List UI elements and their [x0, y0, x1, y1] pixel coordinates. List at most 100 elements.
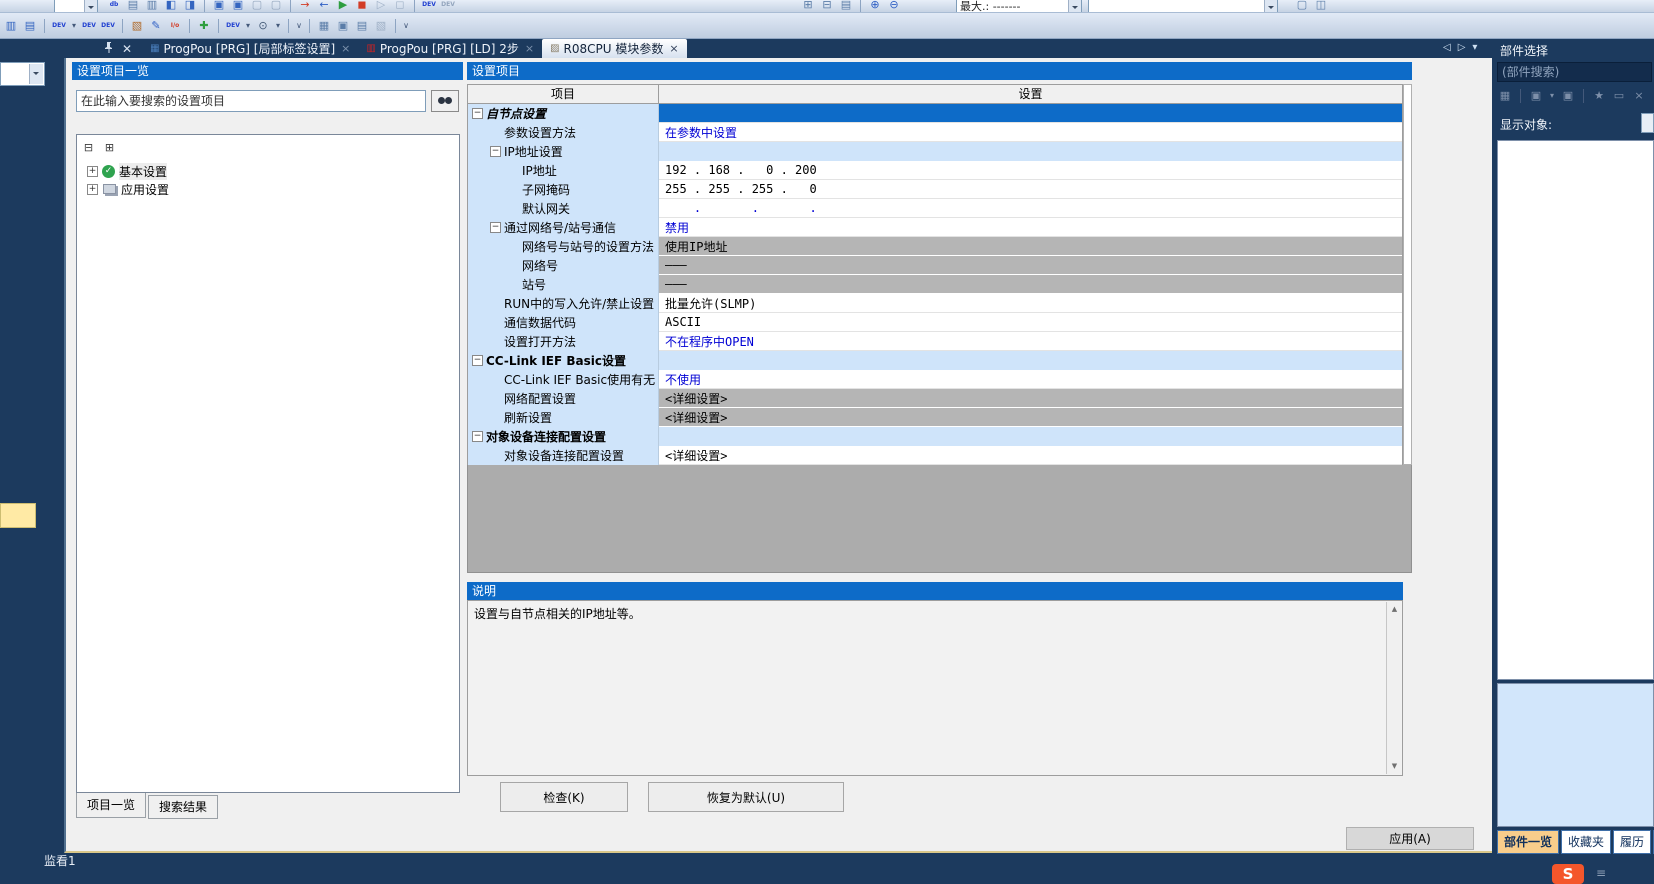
settings-row[interactable]: − 通过网络号/站号通信 禁用: [468, 218, 1402, 237]
search-stop-icon[interactable]: ◼: [354, 0, 370, 13]
watch-drop-icon[interactable]: ▾: [274, 18, 282, 34]
setting-label-cell[interactable]: − 子网掩码: [468, 180, 659, 199]
zoom-max-combo[interactable]: 最大.: -------: [956, 0, 1082, 13]
write-to-plc-drop-icon[interactable]: ▾: [70, 18, 78, 34]
read-from-plc-icon[interactable]: DEV: [81, 18, 97, 34]
device-find-icon[interactable]: ▣: [211, 0, 227, 13]
setting-label-cell[interactable]: − 参数设置方法: [468, 123, 659, 142]
table-scrollbar[interactable]: [1403, 84, 1412, 465]
tab-close-icon[interactable]: ×: [525, 42, 534, 55]
setting-label-cell[interactable]: − 刷新设置: [468, 408, 659, 427]
delete-mode-icon[interactable]: ▣: [1560, 88, 1576, 104]
screen-prev-icon[interactable]: ◧: [163, 0, 179, 13]
toolbar-overflow2-icon[interactable]: ∨: [402, 18, 410, 34]
tab-nav-icon[interactable]: ▾: [1472, 42, 1477, 53]
setting-value-cell[interactable]: ———: [659, 275, 1402, 294]
grid-snap-icon[interactable]: ⊟: [819, 0, 835, 13]
setting-value-cell[interactable]: ASCII: [659, 313, 1402, 332]
setting-label-cell[interactable]: − 对象设备连接配置设置: [468, 446, 659, 465]
expander-icon[interactable]: −: [472, 355, 483, 366]
list-panel-tab[interactable]: 项目一览: [76, 793, 146, 818]
toolbar-icon[interactable]: [414, 0, 415, 12]
setting-label-cell[interactable]: − 默认网关: [468, 199, 659, 218]
toolbar-icon[interactable]: [860, 0, 861, 12]
setting-value-cell[interactable]: ———: [659, 256, 1402, 275]
verify-result-icon[interactable]: ▤: [354, 18, 370, 34]
apply-button[interactable]: 应用(A): [1346, 827, 1474, 850]
setting-value-cell[interactable]: . . .: [659, 199, 1402, 218]
device-find-alt-icon[interactable]: ▣: [230, 0, 246, 13]
cross-reference-icon[interactable]: db: [106, 0, 122, 13]
window-split-icon[interactable]: ◫: [1313, 0, 1329, 13]
tab-nav-icon[interactable]: ◁: [1443, 42, 1451, 53]
restore-default-button[interactable]: 恢复为默认(U): [648, 782, 844, 812]
setting-label-cell[interactable]: − 网络号与站号的设置方法: [468, 237, 659, 256]
io-check-icon[interactable]: I/o: [167, 18, 183, 34]
setting-label-cell[interactable]: − IP地址设置: [468, 142, 659, 161]
combo-drop-icon[interactable]: [1264, 0, 1277, 13]
tab-close-icon[interactable]: ×: [341, 42, 350, 55]
settings-row[interactable]: − 参数设置方法 在参数中设置: [468, 123, 1402, 142]
parameter-setting-icon[interactable]: ▧: [129, 18, 145, 34]
setting-label-cell[interactable]: − 对象设备连接配置设置: [468, 427, 659, 446]
setting-value-cell[interactable]: <详细设置>: [659, 446, 1402, 465]
setting-label-cell[interactable]: − CC-Link IEF Basic设置: [468, 351, 659, 370]
toolbar-combo-small[interactable]: [54, 0, 98, 13]
verify-with-plc-icon[interactable]: DEV: [100, 18, 116, 34]
search-dim-alt-icon[interactable]: ◻: [392, 0, 408, 13]
pou-list-icon[interactable]: ▦: [1497, 88, 1513, 104]
watch-window-label[interactable]: 监看1: [44, 852, 76, 869]
expander-icon[interactable]: −: [490, 146, 501, 157]
tab-close-icon[interactable]: ×: [669, 42, 678, 55]
window-max-icon[interactable]: ▢: [1294, 0, 1310, 13]
list-panel-tab[interactable]: 搜索结果: [148, 795, 218, 819]
collapse-all-icon[interactable]: ⊟: [81, 140, 96, 154]
expander-icon[interactable]: −: [472, 431, 483, 442]
parts-list[interactable]: [1497, 140, 1654, 680]
setting-value-cell[interactable]: <详细设置>: [659, 408, 1402, 427]
settings-row[interactable]: − IP地址 192 . 168 . 0 . 200: [468, 161, 1402, 180]
settings-row[interactable]: − 站号 ———: [468, 275, 1402, 294]
settings-row[interactable]: − 网络配置设置 <详细设置>: [468, 389, 1402, 408]
toolbar-icon[interactable]: [290, 0, 291, 12]
ime-menu-icon[interactable]: ≡: [1596, 866, 1606, 880]
ime-logo[interactable]: S: [1552, 864, 1584, 884]
toolbar-icon[interactable]: [218, 19, 219, 33]
screen-next-icon[interactable]: ◨: [182, 0, 198, 13]
setting-value-cell[interactable]: 192 . 168 . 0 . 200: [659, 161, 1402, 180]
document-tab[interactable]: ▨ R08CPU 模块参数 ×: [542, 39, 687, 58]
search-button[interactable]: [431, 90, 459, 112]
search-dim-icon[interactable]: ▷: [373, 0, 389, 13]
setting-label-cell[interactable]: − 自节点设置: [468, 104, 659, 123]
settings-row[interactable]: − 通信数据代码 ASCII: [468, 313, 1402, 332]
settings-row[interactable]: − 子网掩码 255 . 255 . 255 . 0: [468, 180, 1402, 199]
setting-value-cell[interactable]: [659, 427, 1402, 446]
settings-row[interactable]: − CC-Link IEF Basic设置: [468, 351, 1402, 370]
program-edit-icon[interactable]: ✎: [148, 18, 164, 34]
setting-value-cell[interactable]: [659, 351, 1402, 370]
setting-label-cell[interactable]: − CC-Link IEF Basic使用有无: [468, 370, 659, 389]
expand-icon[interactable]: +: [87, 166, 98, 177]
zoom-in-icon[interactable]: ⊕: [867, 0, 883, 13]
device-monitor-icon[interactable]: DEV: [225, 18, 241, 34]
toolbar-icon[interactable]: [189, 19, 190, 33]
window-cascade-icon[interactable]: ▢: [268, 0, 284, 13]
settings-row[interactable]: − 网络号 ———: [468, 256, 1402, 275]
close-icon[interactable]: ✕: [122, 43, 132, 55]
setting-label-cell[interactable]: − 通过网络号/站号通信: [468, 218, 659, 237]
settings-row[interactable]: − 网络号与站号的设置方法 使用IP地址: [468, 237, 1402, 256]
label-list-icon[interactable]: ▦: [316, 18, 332, 34]
new-folder-icon[interactable]: ▭: [1611, 88, 1627, 104]
parts-panel-tab[interactable]: 履历: [1613, 830, 1651, 854]
setting-search-input[interactable]: [76, 90, 426, 112]
combo-drop-icon[interactable]: [29, 64, 43, 84]
setting-value-cell[interactable]: 255 . 255 . 255 . 0: [659, 180, 1402, 199]
display-target-dropdown[interactable]: [1641, 113, 1654, 133]
tab-nav-icon[interactable]: ▷: [1458, 42, 1466, 53]
scroll-up-icon[interactable]: ▲: [1387, 602, 1402, 617]
settings-row[interactable]: − 默认网关 . . .: [468, 199, 1402, 218]
monitor-screen-icon[interactable]: ▤: [22, 18, 38, 34]
settings-row[interactable]: − 对象设备连接配置设置: [468, 427, 1402, 446]
setting-value-cell[interactable]: 不使用: [659, 370, 1402, 389]
check-button[interactable]: 检查(K): [500, 782, 628, 812]
